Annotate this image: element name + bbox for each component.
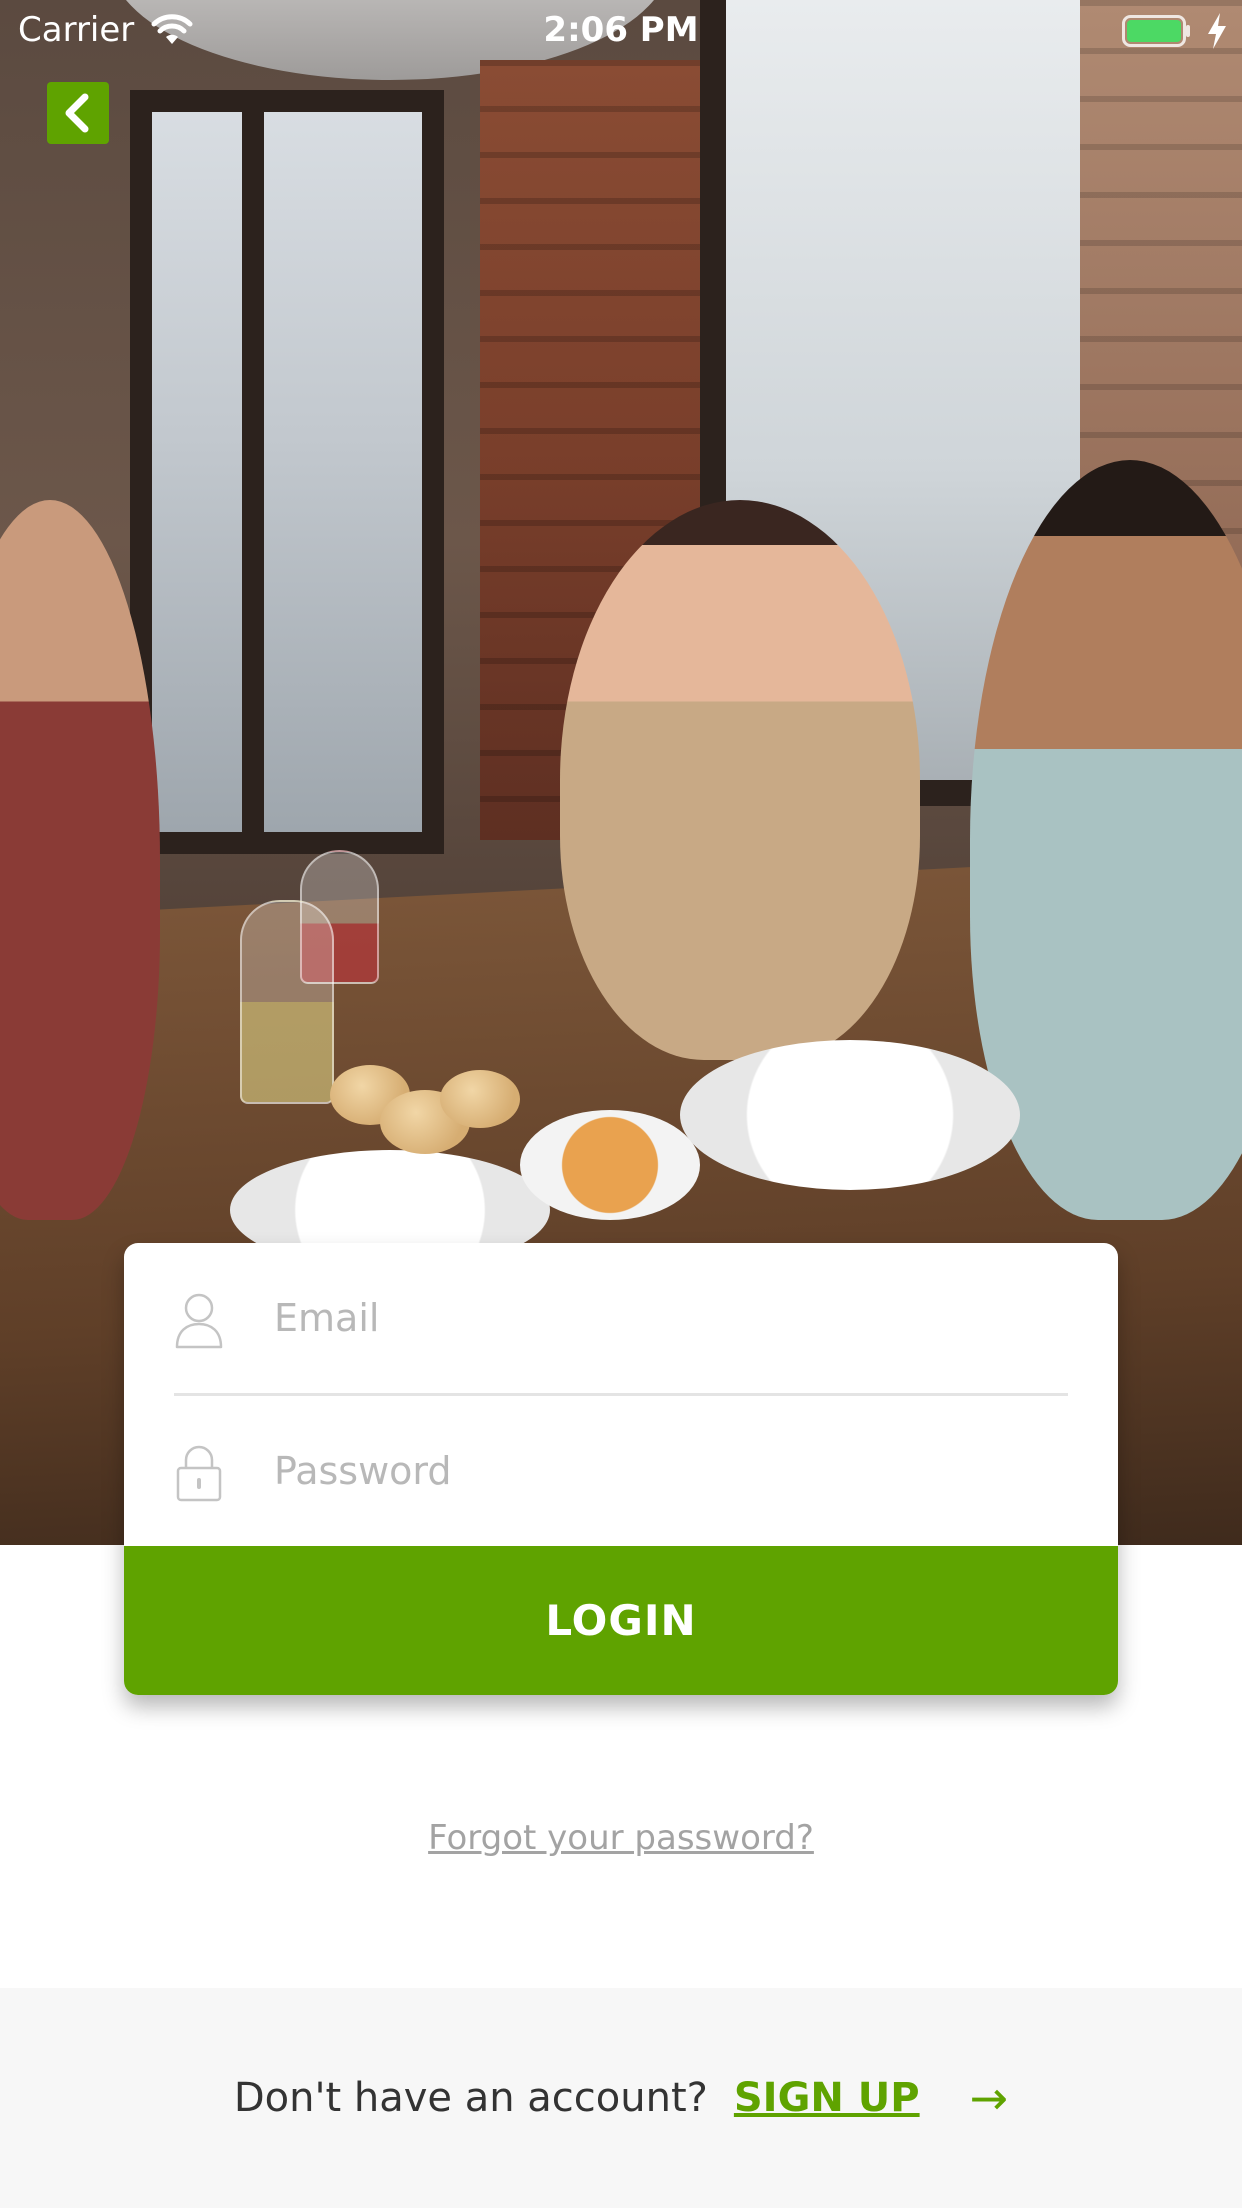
wine-glass-white <box>240 900 334 1104</box>
signup-link[interactable]: SIGN UP <box>734 2075 920 2121</box>
clock: 2:06 PM <box>543 10 699 50</box>
battery-icon <box>1122 15 1190 47</box>
window-left <box>130 90 444 854</box>
charging-bolt-icon <box>1208 13 1226 49</box>
login-screen: Carrier 2:06 PM Email LOGIN Forgot your … <box>0 0 1242 2208</box>
lock-icon <box>176 1445 222 1502</box>
arrow-right-icon[interactable]: → <box>970 2071 1009 2125</box>
signup-footer: Don't have an account? SIGN UP → <box>0 1988 1242 2208</box>
login-button[interactable]: LOGIN <box>124 1546 1118 1695</box>
password-field-row <box>174 1396 1068 1546</box>
plate-fries <box>520 1110 700 1220</box>
forgot-password-link[interactable]: Forgot your password? <box>0 1818 1242 1858</box>
email-field[interactable] <box>274 1273 1054 1363</box>
user-icon <box>175 1293 223 1349</box>
password-field[interactable] <box>274 1426 1054 1516</box>
person-center <box>560 500 920 1060</box>
back-button[interactable] <box>47 82 109 144</box>
status-bar: Carrier 2:06 PM <box>0 0 1242 60</box>
email-field-row <box>174 1243 1068 1396</box>
chevron-left-icon <box>65 93 89 133</box>
signup-prompt: Don't have an account? <box>233 2075 708 2121</box>
bread-roll <box>440 1070 520 1128</box>
plate-pasta <box>680 1040 1020 1190</box>
login-card: LOGIN <box>124 1243 1118 1695</box>
